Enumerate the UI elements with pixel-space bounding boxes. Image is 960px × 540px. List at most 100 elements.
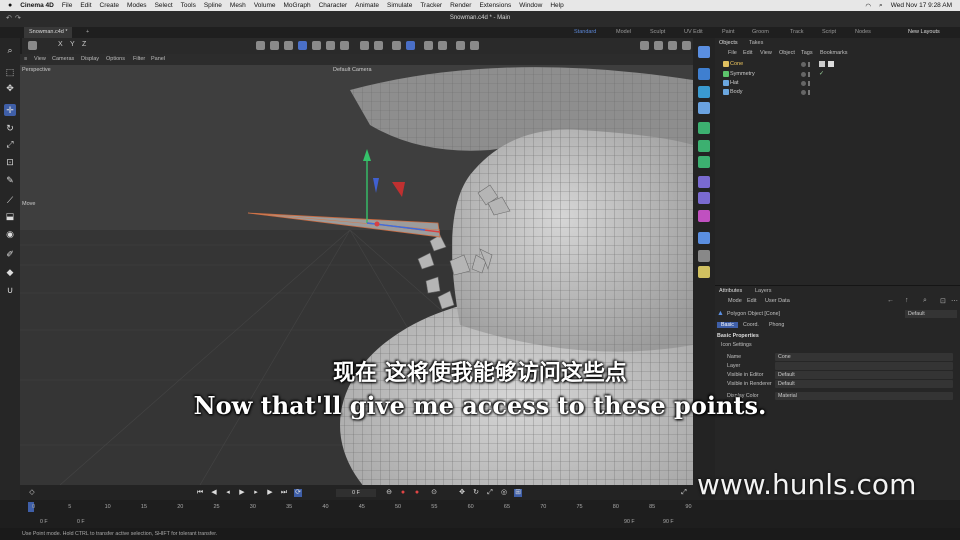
check-icon[interactable]: ✓ xyxy=(819,70,824,77)
viewport-camera[interactable]: Default Camera xyxy=(333,67,372,73)
scale-tool-icon[interactable]: ⤢ xyxy=(4,138,16,150)
keyframe-icon[interactable]: ◇ xyxy=(28,489,36,497)
deformer-icon[interactable] xyxy=(698,176,710,188)
menu-volume[interactable]: Volume xyxy=(254,2,276,9)
move-tool-icon[interactable]: ✛ xyxy=(4,104,16,116)
more-icon[interactable]: ⋯ xyxy=(951,297,958,305)
range-start[interactable]: 0 F xyxy=(40,519,48,525)
menu-simulate[interactable]: Simulate xyxy=(387,2,412,9)
layout-tab-uv-edit[interactable]: UV Edit xyxy=(684,27,703,38)
menu-character[interactable]: Character xyxy=(319,2,348,9)
environment-icon[interactable] xyxy=(698,232,710,244)
visibility-bar[interactable] xyxy=(808,62,810,67)
timeline[interactable]: 0 5 10 15 20 25 30 35 40 45 50 55 60 65 70 75 80 85 90 0 F… xyxy=(20,500,960,528)
paint-icon[interactable]: ◆ xyxy=(4,266,16,278)
object-row-hat[interactable]: Hat xyxy=(715,79,960,88)
object-manager-icon[interactable] xyxy=(698,46,710,58)
render-view-icon[interactable] xyxy=(424,41,433,50)
wifi-icon[interactable]: ◠ xyxy=(865,2,871,10)
transform-tool-icon[interactable]: ⊡ xyxy=(4,156,16,168)
viewport-menu-display[interactable]: Display xyxy=(81,56,99,62)
icon-settings-toggle[interactable]: Icon Settings xyxy=(721,342,752,348)
points-mode-icon[interactable] xyxy=(256,41,265,50)
menu-file[interactable]: File xyxy=(62,2,72,9)
primitive-icon[interactable] xyxy=(698,86,710,98)
record-icon[interactable]: ● xyxy=(399,489,407,497)
tab-attributes[interactable]: Attributes xyxy=(719,288,742,294)
objects-menu-view[interactable]: View xyxy=(760,50,772,56)
object-axis-icon[interactable] xyxy=(326,41,335,50)
preset-dropdown[interactable]: Default xyxy=(905,310,957,318)
menu-help[interactable]: Help xyxy=(550,2,563,9)
generator-icon[interactable] xyxy=(698,122,710,134)
objects-menu-tags[interactable]: Tags xyxy=(801,50,813,56)
menu-mograph[interactable]: MoGraph xyxy=(284,2,311,9)
menu-select[interactable]: Select xyxy=(155,2,173,9)
menu-render[interactable]: Render xyxy=(450,2,471,9)
layout-tab-paint[interactable]: Paint xyxy=(722,27,735,38)
new-layouts-dropdown[interactable]: New Layouts xyxy=(908,27,940,38)
object-row-symmetry[interactable]: Symmetry ✓ xyxy=(715,70,960,79)
search-icon[interactable]: ⌕ xyxy=(879,2,883,10)
camera-icon[interactable] xyxy=(28,41,37,50)
visibility-bar[interactable] xyxy=(808,72,810,77)
lock-icon[interactable]: ⊡ xyxy=(940,297,946,305)
viewport-menu-panel[interactable]: Panel xyxy=(151,56,165,62)
viewport-menu-cameras[interactable]: Cameras xyxy=(52,56,74,62)
edit-render-icon[interactable] xyxy=(668,41,677,50)
prev-key-icon[interactable]: ◀ xyxy=(210,489,218,497)
grid-icon[interactable] xyxy=(392,41,401,50)
scale-key-icon[interactable]: ⤢ xyxy=(486,489,494,497)
material-tag-icon[interactable] xyxy=(828,61,834,67)
interactive-render-icon[interactable] xyxy=(470,41,479,50)
back-arrow-icon[interactable]: ← xyxy=(887,297,894,304)
search-attr-icon[interactable]: ⌕ xyxy=(923,297,927,305)
loop-toggle-icon[interactable]: ⟳ xyxy=(294,489,302,497)
volume-icon[interactable] xyxy=(698,210,710,222)
param-key-icon[interactable]: ◎ xyxy=(500,489,508,497)
preview-start[interactable]: 0 F xyxy=(77,519,85,525)
menu-modes[interactable]: Modes xyxy=(127,2,147,9)
menu-create[interactable]: Create xyxy=(100,2,120,9)
layout-tab-model[interactable]: Model xyxy=(616,27,631,38)
menu-extensions[interactable]: Extensions xyxy=(479,2,511,9)
subtab-phong[interactable]: Phong xyxy=(769,322,784,328)
zoom-icon[interactable]: ⌕ xyxy=(4,44,16,56)
viewport-menu-filter[interactable]: Filter xyxy=(133,56,145,62)
subtab-basic[interactable]: Basic xyxy=(717,322,738,328)
camera-object-icon[interactable] xyxy=(698,250,710,262)
menu-mesh[interactable]: Mesh xyxy=(230,2,246,9)
layout-tab-nodes[interactable]: Nodes xyxy=(855,27,871,38)
rotation-key-icon[interactable]: ↻ xyxy=(472,489,480,497)
menu-edit[interactable]: Edit xyxy=(80,2,91,9)
objects-menu-object[interactable]: Object xyxy=(779,50,795,56)
render-settings-icon[interactable] xyxy=(438,41,447,50)
add-tab-icon[interactable]: + xyxy=(86,27,89,38)
keyframe-selection-icon[interactable]: ⊙ xyxy=(430,489,438,497)
polygons-mode-icon[interactable] xyxy=(284,41,293,50)
spline-pen-icon[interactable]: ✎ xyxy=(4,174,16,186)
select-icon[interactable]: ⬚ xyxy=(4,66,16,78)
uv-mode-icon[interactable] xyxy=(312,41,321,50)
visibility-dot[interactable] xyxy=(801,72,806,77)
subtab-coord[interactable]: Coord. xyxy=(743,322,759,328)
layout-tab-groom[interactable]: Groom xyxy=(752,27,769,38)
object-row-cone[interactable]: Cone xyxy=(715,60,960,69)
go-to-end-icon[interactable]: ⏭ xyxy=(280,489,288,497)
attr-menu-mode[interactable]: Mode xyxy=(728,298,742,304)
magnet-icon[interactable] xyxy=(374,41,383,50)
frame-icon[interactable] xyxy=(640,41,649,50)
visibility-dot[interactable] xyxy=(801,62,806,67)
tab-layers[interactable]: Layers xyxy=(755,288,772,294)
workplane-icon[interactable] xyxy=(406,41,415,50)
menu-tracker[interactable]: Tracker xyxy=(420,2,442,9)
apple-icon[interactable]: ● xyxy=(8,2,12,9)
position-key-icon[interactable]: ✥ xyxy=(458,489,466,497)
tab-objects[interactable]: Objects xyxy=(719,40,738,46)
rotate-tool-icon[interactable]: ↻ xyxy=(4,122,16,134)
effector-icon[interactable] xyxy=(698,156,710,168)
up-arrow-icon[interactable]: ↑ xyxy=(905,297,909,304)
app-menu[interactable]: Cinema 4D xyxy=(20,2,54,9)
menu-tools[interactable]: Tools xyxy=(181,2,196,9)
expand-icon[interactable]: ⤢ xyxy=(680,489,688,497)
